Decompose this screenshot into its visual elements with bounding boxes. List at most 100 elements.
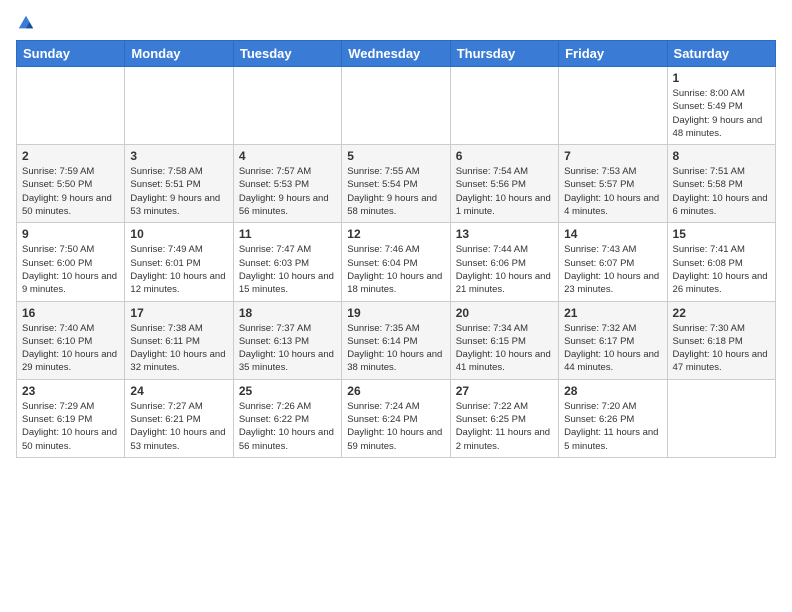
day-info: Sunrise: 7:43 AM Sunset: 6:07 PM Dayligh… [564, 243, 661, 296]
calendar-cell: 19 Sunrise: 7:35 AM Sunset: 6:14 PM Dayli… [342, 301, 450, 379]
day-number: 8 [673, 149, 770, 163]
calendar: SundayMondayTuesdayWednesdayThursdayFrid… [16, 40, 776, 458]
calendar-cell: 22 Sunrise: 7:30 AM Sunset: 6:18 PM Dayli… [667, 301, 775, 379]
day-number: 4 [239, 149, 336, 163]
day-number: 14 [564, 227, 661, 241]
calendar-cell: 4 Sunrise: 7:57 AM Sunset: 5:53 PM Daylig… [233, 145, 341, 223]
day-number: 22 [673, 306, 770, 320]
calendar-cell: 24Sunrise: 7:27 AM Sunset: 6:21 PM Dayli… [125, 379, 233, 457]
day-number: 6 [456, 149, 553, 163]
day-info: Sunrise: 7:40 AM Sunset: 6:10 PM Dayligh… [22, 322, 119, 375]
day-number: 20 [456, 306, 553, 320]
day-number: 16 [22, 306, 119, 320]
calendar-cell: 15 Sunrise: 7:41 AM Sunset: 6:08 PM Dayli… [667, 223, 775, 301]
day-info: Sunrise: 7:46 AM Sunset: 6:04 PM Dayligh… [347, 243, 444, 296]
day-number: 19 [347, 306, 444, 320]
calendar-cell [559, 67, 667, 145]
calendar-cell: 25Sunrise: 7:26 AM Sunset: 6:22 PM Dayli… [233, 379, 341, 457]
day-number: 21 [564, 306, 661, 320]
day-number: 10 [130, 227, 227, 241]
calendar-cell: 12 Sunrise: 7:46 AM Sunset: 6:04 PM Dayli… [342, 223, 450, 301]
day-number: 3 [130, 149, 227, 163]
week-row-5: 23 Sunrise: 7:29 AM Sunset: 6:19 PM Dayli… [17, 379, 776, 457]
calendar-cell: 20Sunrise: 7:34 AM Sunset: 6:15 PM Dayli… [450, 301, 558, 379]
weekday-saturday: Saturday [667, 41, 775, 67]
day-info: Sunrise: 7:47 AM Sunset: 6:03 PM Dayligh… [239, 243, 336, 296]
calendar-cell: 27 Sunrise: 7:22 AM Sunset: 6:25 PM Dayli… [450, 379, 558, 457]
week-row-3: 9 Sunrise: 7:50 AM Sunset: 6:00 PM Daylig… [17, 223, 776, 301]
day-number: 17 [130, 306, 227, 320]
day-info: Sunrise: 7:35 AM Sunset: 6:14 PM Dayligh… [347, 322, 444, 375]
day-number: 11 [239, 227, 336, 241]
weekday-tuesday: Tuesday [233, 41, 341, 67]
weekday-friday: Friday [559, 41, 667, 67]
day-info: Sunrise: 7:27 AM Sunset: 6:21 PM Dayligh… [130, 400, 227, 453]
day-info: Sunrise: 7:20 AM Sunset: 6:26 PM Dayligh… [564, 400, 661, 453]
calendar-cell: 3 Sunrise: 7:58 AM Sunset: 5:51 PM Daylig… [125, 145, 233, 223]
calendar-cell [342, 67, 450, 145]
day-number: 7 [564, 149, 661, 163]
day-info: Sunrise: 7:29 AM Sunset: 6:19 PM Dayligh… [22, 400, 119, 453]
calendar-cell: 28 Sunrise: 7:20 AM Sunset: 6:26 PM Dayli… [559, 379, 667, 457]
day-info: Sunrise: 7:55 AM Sunset: 5:54 PM Dayligh… [347, 165, 444, 218]
day-info: Sunrise: 7:54 AM Sunset: 5:56 PM Dayligh… [456, 165, 553, 218]
day-info: Sunrise: 7:41 AM Sunset: 6:08 PM Dayligh… [673, 243, 770, 296]
calendar-cell: 26 Sunrise: 7:24 AM Sunset: 6:24 PM Dayli… [342, 379, 450, 457]
calendar-cell: 21 Sunrise: 7:32 AM Sunset: 6:17 PM Dayli… [559, 301, 667, 379]
day-info: Sunrise: 7:51 AM Sunset: 5:58 PM Dayligh… [673, 165, 770, 218]
calendar-cell: 1 Sunrise: 8:00 AM Sunset: 5:49 PM Daylig… [667, 67, 775, 145]
day-info: Sunrise: 7:59 AM Sunset: 5:50 PM Dayligh… [22, 165, 119, 218]
day-info: Sunrise: 7:37 AM Sunset: 6:13 PM Dayligh… [239, 322, 336, 375]
weekday-thursday: Thursday [450, 41, 558, 67]
day-info: Sunrise: 7:22 AM Sunset: 6:25 PM Dayligh… [456, 400, 553, 453]
weekday-monday: Monday [125, 41, 233, 67]
day-number: 23 [22, 384, 119, 398]
week-row-2: 2 Sunrise: 7:59 AM Sunset: 5:50 PM Daylig… [17, 145, 776, 223]
logo [16, 16, 35, 30]
calendar-cell: 5Sunrise: 7:55 AM Sunset: 5:54 PM Daylig… [342, 145, 450, 223]
calendar-cell: 7Sunrise: 7:53 AM Sunset: 5:57 PM Daylig… [559, 145, 667, 223]
calendar-cell: 13 Sunrise: 7:44 AM Sunset: 6:06 PM Dayli… [450, 223, 558, 301]
calendar-cell [667, 379, 775, 457]
day-number: 13 [456, 227, 553, 241]
calendar-cell: 10Sunrise: 7:49 AM Sunset: 6:01 PM Dayli… [125, 223, 233, 301]
calendar-cell [125, 67, 233, 145]
week-row-4: 16 Sunrise: 7:40 AM Sunset: 6:10 PM Dayli… [17, 301, 776, 379]
day-number: 15 [673, 227, 770, 241]
day-info: Sunrise: 7:24 AM Sunset: 6:24 PM Dayligh… [347, 400, 444, 453]
calendar-cell [17, 67, 125, 145]
calendar-cell: 23 Sunrise: 7:29 AM Sunset: 6:19 PM Dayli… [17, 379, 125, 457]
day-info: Sunrise: 7:30 AM Sunset: 6:18 PM Dayligh… [673, 322, 770, 375]
header [16, 16, 776, 30]
day-number: 12 [347, 227, 444, 241]
calendar-cell: 9 Sunrise: 7:50 AM Sunset: 6:00 PM Daylig… [17, 223, 125, 301]
calendar-cell: 16 Sunrise: 7:40 AM Sunset: 6:10 PM Dayli… [17, 301, 125, 379]
page: SundayMondayTuesdayWednesdayThursdayFrid… [0, 0, 792, 474]
weekday-header-row: SundayMondayTuesdayWednesdayThursdayFrid… [17, 41, 776, 67]
day-number: 28 [564, 384, 661, 398]
calendar-cell: 2 Sunrise: 7:59 AM Sunset: 5:50 PM Daylig… [17, 145, 125, 223]
calendar-cell [450, 67, 558, 145]
day-info: Sunrise: 7:50 AM Sunset: 6:00 PM Dayligh… [22, 243, 119, 296]
calendar-cell [233, 67, 341, 145]
calendar-cell: 17Sunrise: 7:38 AM Sunset: 6:11 PM Dayli… [125, 301, 233, 379]
day-info: Sunrise: 8:00 AM Sunset: 5:49 PM Dayligh… [673, 87, 770, 140]
day-number: 2 [22, 149, 119, 163]
calendar-cell: 14 Sunrise: 7:43 AM Sunset: 6:07 PM Dayli… [559, 223, 667, 301]
weekday-wednesday: Wednesday [342, 41, 450, 67]
day-number: 26 [347, 384, 444, 398]
calendar-cell: 8 Sunrise: 7:51 AM Sunset: 5:58 PM Daylig… [667, 145, 775, 223]
day-info: Sunrise: 7:57 AM Sunset: 5:53 PM Dayligh… [239, 165, 336, 218]
weekday-sunday: Sunday [17, 41, 125, 67]
day-number: 18 [239, 306, 336, 320]
logo-icon [17, 14, 35, 32]
day-info: Sunrise: 7:44 AM Sunset: 6:06 PM Dayligh… [456, 243, 553, 296]
day-number: 1 [673, 71, 770, 85]
day-number: 9 [22, 227, 119, 241]
week-row-1: 1 Sunrise: 8:00 AM Sunset: 5:49 PM Daylig… [17, 67, 776, 145]
day-info: Sunrise: 7:58 AM Sunset: 5:51 PM Dayligh… [130, 165, 227, 218]
calendar-cell: 6 Sunrise: 7:54 AM Sunset: 5:56 PM Daylig… [450, 145, 558, 223]
day-number: 27 [456, 384, 553, 398]
day-info: Sunrise: 7:32 AM Sunset: 6:17 PM Dayligh… [564, 322, 661, 375]
day-info: Sunrise: 7:26 AM Sunset: 6:22 PM Dayligh… [239, 400, 336, 453]
